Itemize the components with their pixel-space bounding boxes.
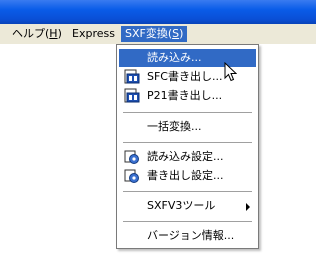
menu-item-batch-convert[interactable]: 一括変換...: [119, 118, 256, 136]
menu-item-p21-export[interactable]: P21書き出し...: [119, 87, 256, 105]
mouse-pointer-icon: [224, 62, 237, 82]
menu-help-suffix: ): [57, 27, 62, 40]
menu-item-sxfv3-tools[interactable]: SXFV3ツール: [119, 197, 256, 215]
menu-item-batch-convert-label: 一括変換...: [147, 120, 202, 133]
menu-help-label: ヘルプ(: [12, 27, 50, 40]
menu-item-export-settings[interactable]: 書き出し設定...: [119, 167, 256, 185]
menu-separator: [123, 221, 252, 222]
menu-item-import-settings-label: 読み込み設定...: [147, 150, 224, 163]
menu-sxf-suffix: ): [179, 27, 184, 40]
menu-item-import-label: 読み込み...: [147, 51, 202, 64]
menu-sxf-convert[interactable]: SXF変換(S): [121, 26, 188, 42]
menu-item-export-settings-label: 書き出し設定...: [147, 169, 224, 182]
menu-separator: [123, 191, 252, 192]
p21-file-icon: [124, 88, 140, 103]
menu-item-sxfv3-tools-label: SXFV3ツール: [147, 199, 216, 212]
menu-item-version-info-label: バージョン情報...: [147, 229, 235, 242]
settings-icon: [124, 169, 139, 183]
sfc-file-icon: [124, 69, 140, 84]
menu-express[interactable]: Express: [68, 26, 119, 42]
submenu-arrow-icon: [246, 203, 250, 211]
menu-item-sfc-export-label: SFC書き出し...: [147, 70, 223, 83]
menu-item-p21-export-label: P21書き出し...: [147, 89, 223, 102]
menu-separator: [123, 112, 252, 113]
menu-separator: [123, 142, 252, 143]
menu-help[interactable]: ヘルプ(H): [8, 26, 66, 42]
sxf-convert-dropdown: 読み込み... SFC書き出し... P21書き出し... 一括変換... 読み…: [116, 44, 259, 249]
menu-help-mnemonic: H: [49, 27, 58, 40]
menu-bar: ヘルプ(H) Express SXF変換(S): [0, 24, 316, 44]
menu-sxf-label: SXF変換(: [125, 27, 173, 40]
settings-icon: [124, 150, 139, 164]
menu-item-version-info[interactable]: バージョン情報...: [119, 227, 256, 245]
menu-item-import-settings[interactable]: 読み込み設定...: [119, 148, 256, 166]
window-title-bar: [0, 0, 316, 24]
menu-express-label: Express: [72, 27, 115, 40]
